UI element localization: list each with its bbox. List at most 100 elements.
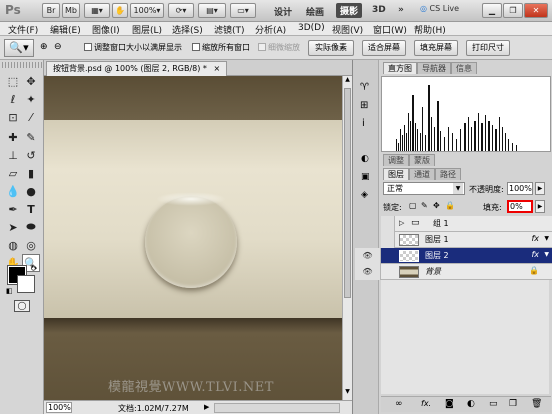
chevron-down-icon[interactable]: ▼ bbox=[544, 235, 549, 242]
arrange-documents-button[interactable]: ▤▾ bbox=[198, 3, 226, 18]
tab-navigator[interactable]: 导航器 bbox=[417, 62, 451, 74]
info-panel-icon[interactable]: i bbox=[362, 118, 365, 129]
scroll-down-icon[interactable]: ▼ bbox=[343, 388, 352, 398]
add-mask-icon[interactable]: ◙ bbox=[445, 399, 454, 409]
tab-info[interactable]: 信息 bbox=[451, 62, 477, 74]
crop-tool-icon[interactable]: ⊡ bbox=[4, 108, 22, 126]
menu-analysis[interactable]: 分析(A) bbox=[255, 23, 286, 36]
lock-transparent-icon[interactable]: ▢ bbox=[409, 201, 417, 210]
link-layers-icon[interactable]: ∞ bbox=[395, 399, 403, 409]
tab-masks[interactable]: 蒙版 bbox=[409, 154, 435, 166]
document-tab[interactable]: 按钮背景.psd @ 100% (图层 2, RGB/8) * × bbox=[46, 61, 228, 76]
gradient-tool-icon[interactable]: ▮ bbox=[22, 164, 40, 182]
dodge-tool-icon[interactable]: ● bbox=[22, 182, 40, 200]
default-colors-icon[interactable]: ◧ bbox=[6, 287, 13, 295]
cs-live-button[interactable]: ◎ CS Live bbox=[420, 4, 459, 13]
grid-view-button[interactable]: ▦▾ bbox=[84, 3, 110, 18]
pen-tool-icon[interactable]: ✒ bbox=[4, 200, 22, 218]
add-style-icon[interactable]: fx. bbox=[421, 399, 431, 408]
move-tool-icon[interactable]: ✥ bbox=[22, 72, 40, 90]
zoom-out-icon[interactable]: ⊖ bbox=[54, 42, 62, 52]
eraser-icon[interactable]: ▱ bbox=[4, 164, 22, 182]
lock-image-icon[interactable]: ✎ bbox=[421, 201, 428, 210]
tab-adjustments[interactable]: 调整 bbox=[383, 154, 409, 166]
brush-tool-icon[interactable]: ✎ bbox=[22, 128, 40, 146]
lasso-tool-icon[interactable]: ℓ bbox=[4, 90, 22, 108]
mini-bridge-button[interactable]: Mb bbox=[62, 3, 80, 18]
zoom-all-checkbox[interactable] bbox=[192, 43, 200, 51]
menu-file[interactable]: 文件(F) bbox=[8, 23, 38, 36]
bridge-button[interactable]: Br bbox=[42, 3, 60, 18]
histogram-panel-icon[interactable]: ♈ bbox=[360, 82, 369, 93]
menu-3d[interactable]: 3D(D) bbox=[298, 23, 325, 33]
workspace-3d[interactable]: 3D bbox=[372, 5, 386, 15]
vertical-scrollbar[interactable]: ▲ ▼ bbox=[342, 76, 352, 400]
layer-row-layer1[interactable]: 图层 1 fx ▼ bbox=[381, 232, 552, 248]
trash-icon[interactable]: 🗑 bbox=[531, 399, 542, 409]
new-layer-icon[interactable]: ❐ bbox=[509, 399, 517, 409]
tab-paths[interactable]: 路径 bbox=[435, 168, 461, 180]
layer-row-layer2[interactable]: 👁 图层 2 fx ▼ bbox=[355, 248, 552, 264]
more-workspaces-icon[interactable]: » bbox=[398, 5, 404, 15]
mask-panel-icon[interactable]: ▣ bbox=[361, 172, 370, 182]
menu-help[interactable]: 帮助(H) bbox=[414, 23, 446, 36]
eyedropper-icon[interactable]: ⁄ bbox=[22, 108, 40, 126]
document-canvas[interactable]: 模龍視覺WWW.TLVI.NET bbox=[44, 76, 342, 400]
clone-stamp-icon[interactable]: ⊥ bbox=[4, 146, 22, 164]
lock-position-icon[interactable]: ✥ bbox=[433, 201, 440, 210]
blur-tool-icon[interactable]: 💧 bbox=[4, 182, 22, 200]
layer-row-group[interactable]: ▷ ▭ 组 1 bbox=[381, 216, 552, 232]
quick-mask-icon[interactable]: ◯ bbox=[14, 300, 30, 312]
menu-view[interactable]: 视图(V) bbox=[332, 23, 363, 36]
chevron-down-icon[interactable]: ▼ bbox=[544, 251, 549, 258]
tab-layers[interactable]: 图层 bbox=[383, 168, 409, 180]
resize-windows-checkbox[interactable] bbox=[84, 43, 92, 51]
navigator-panel-icon[interactable]: ⊞ bbox=[360, 100, 368, 111]
history-brush-icon[interactable]: ↺ bbox=[22, 146, 40, 164]
fill-screen-button[interactable]: 填充屏幕 bbox=[414, 40, 458, 56]
opacity-arrow-icon[interactable]: ▶ bbox=[535, 182, 545, 195]
menu-edit[interactable]: 编辑(E) bbox=[50, 23, 81, 36]
menu-image[interactable]: 图像(I) bbox=[92, 23, 120, 36]
hand-view-button[interactable]: ✋ bbox=[112, 3, 128, 18]
channels-panel-icon[interactable]: ◈ bbox=[361, 190, 368, 200]
layer-row-background[interactable]: 👁 背景 🔒 bbox=[355, 264, 552, 280]
rectangular-marquee-icon[interactable]: ⬚ bbox=[4, 72, 22, 90]
close-button[interactable]: ✕ bbox=[524, 3, 548, 18]
new-group-icon[interactable]: ▭ bbox=[489, 399, 498, 409]
menu-layer[interactable]: 图层(L) bbox=[132, 23, 162, 36]
fill-arrow-icon[interactable]: ▶ bbox=[535, 200, 545, 213]
menu-filter[interactable]: 滤镜(T) bbox=[214, 23, 245, 36]
3d-rotate-icon[interactable]: ◍ bbox=[4, 236, 22, 254]
tab-channels[interactable]: 通道 bbox=[409, 168, 435, 180]
zoom-in-icon[interactable]: ⊕ bbox=[40, 42, 48, 52]
adjustment-layer-icon[interactable]: ◐ bbox=[467, 399, 475, 409]
workspace-painting[interactable]: 绘画 bbox=[306, 5, 324, 18]
fill-field[interactable]: 0% bbox=[507, 200, 533, 213]
layer-eye-column-group[interactable] bbox=[381, 216, 395, 232]
type-tool-icon[interactable]: T bbox=[22, 200, 40, 218]
lock-all-icon[interactable]: 🔒 bbox=[445, 201, 455, 210]
status-menu-arrow-icon[interactable]: ▶ bbox=[204, 403, 209, 411]
tab-histogram[interactable]: 直方图 bbox=[383, 62, 417, 74]
adjust-panel-icon[interactable]: ◐ bbox=[361, 154, 369, 164]
horizontal-scrollbar[interactable] bbox=[214, 403, 340, 413]
group-expand-icon[interactable]: ▷ bbox=[399, 219, 404, 227]
path-selection-icon[interactable]: ➤ bbox=[4, 218, 22, 236]
eye-icon[interactable]: 👁 bbox=[355, 264, 381, 280]
scroll-up-icon[interactable]: ▲ bbox=[343, 76, 352, 86]
layer-eye-column-layer1[interactable] bbox=[381, 232, 395, 248]
actual-pixels-button[interactable]: 实际像素 bbox=[308, 40, 354, 56]
zoom-tool-preset-button[interactable]: 🔍▾ bbox=[4, 39, 34, 57]
workspace-design[interactable]: 设计 bbox=[274, 5, 292, 18]
background-color-swatch[interactable] bbox=[17, 275, 35, 293]
menu-select[interactable]: 选择(S) bbox=[172, 23, 203, 36]
eye-icon[interactable]: 👁 bbox=[355, 248, 381, 264]
restore-button[interactable]: ❐ bbox=[503, 3, 523, 18]
workspace-photography[interactable]: 摄影 bbox=[336, 3, 363, 18]
healing-brush-icon[interactable]: ✚ bbox=[4, 128, 22, 146]
fx-icon[interactable]: fx bbox=[531, 250, 539, 259]
rotate-view-button[interactable]: ⟳▾ bbox=[168, 3, 194, 18]
opacity-field[interactable]: 100% bbox=[507, 182, 533, 195]
scroll-thumb[interactable] bbox=[344, 88, 351, 298]
